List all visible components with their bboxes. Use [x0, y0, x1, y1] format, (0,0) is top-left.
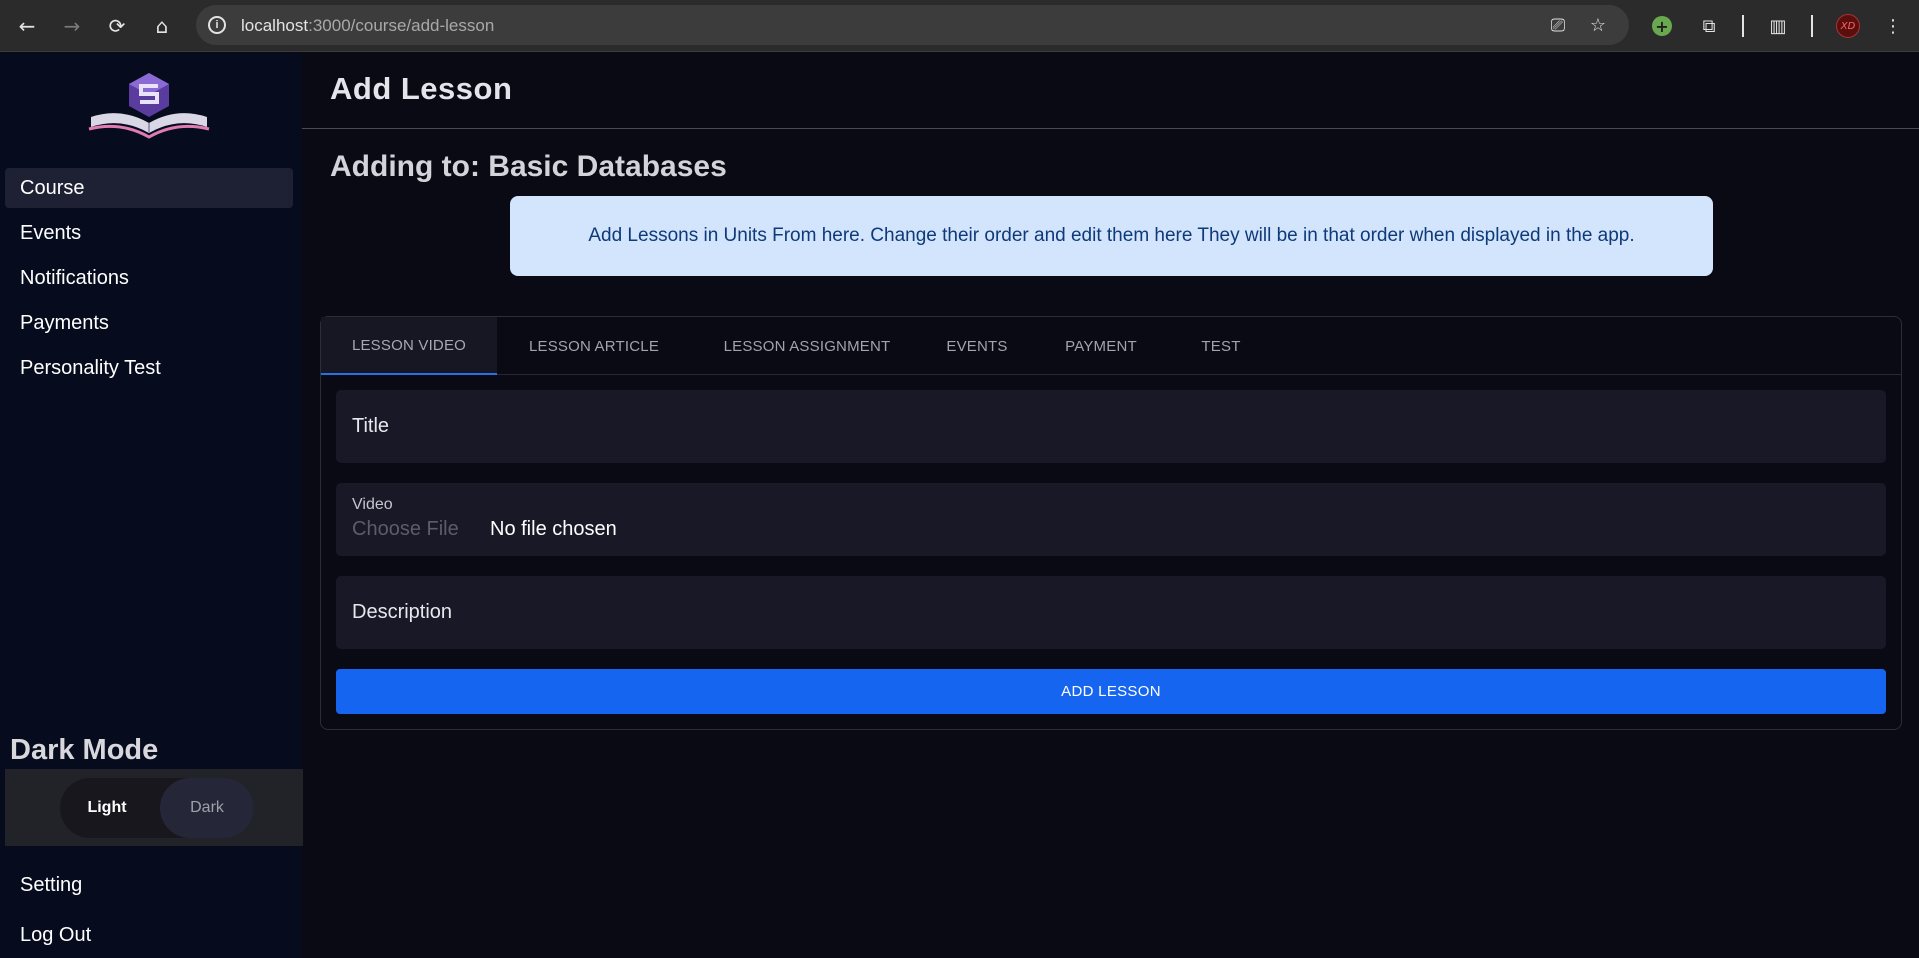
sidebar-item-label: Notifications: [20, 266, 129, 289]
sidebar-item-label: Setting: [20, 873, 83, 896]
theme-dark-button[interactable]: Dark: [160, 778, 254, 838]
toolbar-divider: [1742, 15, 1744, 37]
sidebar-item-notifications[interactable]: Notifications: [5, 258, 293, 298]
sidebar-item-personality-test[interactable]: Personality Test: [5, 348, 293, 388]
reading-list-icon[interactable]: ▥: [1761, 9, 1795, 43]
video-field-label: Video: [352, 496, 393, 513]
page-title: Add Lesson: [330, 71, 513, 106]
video-file-field: Video Choose File No file chosen: [336, 483, 1886, 556]
file-status-text: No file chosen: [490, 518, 617, 540]
reload-icon[interactable]: ⟳: [100, 9, 134, 43]
tab-test[interactable]: TEST: [1171, 317, 1271, 375]
sidebar-item-label: Course: [20, 176, 85, 199]
extensions-puzzle-icon[interactable]: ⧉: [1692, 9, 1726, 43]
extension-green-icon[interactable]: +: [1645, 9, 1679, 43]
choose-file-button[interactable]: Choose File: [352, 518, 459, 541]
site-info-icon[interactable]: i: [208, 16, 226, 34]
description-field[interactable]: Description: [336, 576, 1886, 649]
page-header: Add Lesson: [302, 53, 1919, 129]
sidebar-item-events[interactable]: Events: [5, 213, 293, 253]
title-field-label: Title: [352, 415, 390, 437]
tab-events[interactable]: EVENTS: [923, 317, 1031, 375]
info-alert: Add Lessons in Units From here. Change t…: [510, 196, 1713, 276]
back-icon[interactable]: ←: [10, 9, 44, 43]
sidebar-item-logout[interactable]: Log Out: [5, 915, 293, 955]
sidebar-item-setting[interactable]: Setting: [5, 865, 293, 905]
title-field[interactable]: Title: [336, 390, 1886, 463]
bookmark-star-icon[interactable]: ☆: [1586, 13, 1610, 37]
profile-avatar[interactable]: XD: [1831, 9, 1865, 43]
menu-kebab-icon[interactable]: ⋮: [1876, 9, 1910, 43]
app-logo: [88, 73, 210, 139]
sidebar-item-course[interactable]: Course: [5, 168, 293, 208]
theme-light-button[interactable]: Light: [60, 778, 154, 838]
sidebar-item-label: Log Out: [20, 923, 92, 946]
sidebar-item-payments[interactable]: Payments: [5, 303, 293, 343]
sidebar-item-label: Personality Test: [20, 356, 161, 379]
address-bar[interactable]: i localhost:3000/course/add-lesson ⎚ ☆: [196, 5, 1629, 45]
dark-mode-heading: Dark Mode: [10, 734, 159, 766]
lesson-tabs: LESSON VIDEO LESSON ARTICLE LESSON ASSIG…: [321, 317, 1901, 375]
tab-payment[interactable]: PAYMENT: [1031, 317, 1171, 375]
theme-toggle-panel: Light Dark: [5, 769, 303, 846]
tab-lesson-video[interactable]: LESSON VIDEO: [321, 317, 497, 375]
lesson-form-card: LESSON VIDEO LESSON ARTICLE LESSON ASSIG…: [320, 316, 1902, 730]
toolbar-divider: [1811, 15, 1813, 37]
browser-toolbar: ← → ⟳ ⌂ i localhost:3000/course/add-less…: [0, 0, 1919, 52]
sidebar-item-label: Payments: [20, 311, 109, 334]
url-text[interactable]: localhost:3000/course/add-lesson: [241, 16, 494, 36]
home-icon[interactable]: ⌂: [145, 9, 179, 43]
description-field-label: Description: [352, 601, 453, 623]
tab-lesson-assignment[interactable]: LESSON ASSIGNMENT: [691, 317, 923, 375]
theme-toggle: Light Dark: [60, 778, 254, 838]
install-app-icon[interactable]: ⎚: [1546, 13, 1570, 37]
sidebar-item-label: Events: [20, 221, 82, 244]
add-lesson-button[interactable]: ADD LESSON: [336, 669, 1886, 714]
course-subtitle: Adding to: Basic Databases: [330, 150, 727, 183]
forward-icon[interactable]: →: [55, 9, 89, 43]
sidebar: Course Events Notifications Payments Per…: [0, 53, 303, 958]
tab-lesson-article[interactable]: LESSON ARTICLE: [497, 317, 691, 375]
